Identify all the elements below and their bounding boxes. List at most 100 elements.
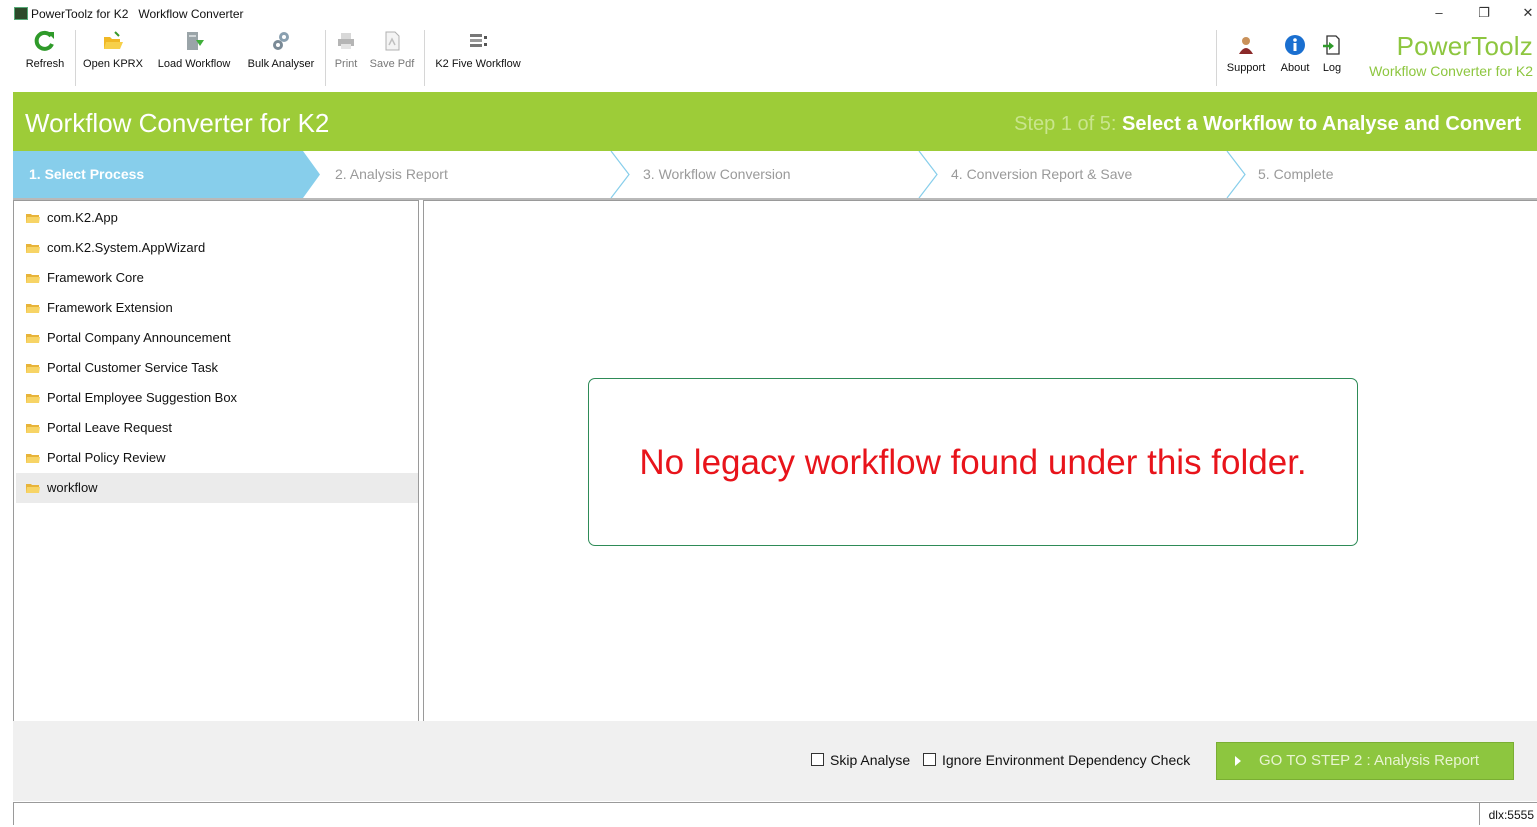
ignore-env-label: Ignore Environment Dependency Check bbox=[942, 752, 1191, 768]
skip-analyse-label: Skip Analyse bbox=[830, 752, 911, 768]
tree-item-label: com.K2.App bbox=[47, 210, 118, 225]
ignore-env-checkbox[interactable]: Ignore Environment Dependency Check bbox=[923, 752, 1190, 768]
tree-item[interactable]: Framework Extension bbox=[16, 293, 418, 323]
refresh-icon bbox=[34, 30, 54, 51]
load-workflow-button[interactable]: Load Workflow bbox=[152, 30, 236, 74]
checkbox-box[interactable] bbox=[811, 753, 824, 766]
about-button[interactable]: About bbox=[1275, 34, 1315, 78]
folder-icon bbox=[26, 304, 40, 313]
go-button-label: GO TO STEP 2 : Analysis Report bbox=[1259, 752, 1480, 769]
tree-item-selected[interactable]: workflow bbox=[16, 473, 418, 503]
action-bar: Skip Analyse Ignore Environment Dependen… bbox=[13, 721, 1537, 801]
print-label: Print bbox=[334, 58, 358, 70]
toolbar-separator bbox=[75, 30, 76, 86]
workflow-grid-icon bbox=[470, 34, 487, 47]
refresh-label: Refresh bbox=[25, 58, 65, 70]
support-button[interactable]: Support bbox=[1222, 34, 1270, 78]
info-icon bbox=[1285, 35, 1305, 55]
database-load-icon bbox=[187, 32, 204, 50]
step-divider bbox=[918, 151, 938, 198]
wizard-steps: 1. Select Process 2. Analysis Report 3. … bbox=[13, 151, 1537, 200]
folder-open-icon bbox=[104, 31, 123, 49]
step-1-select-process[interactable]: 1. Select Process bbox=[29, 151, 144, 198]
app-icon bbox=[14, 7, 28, 20]
page-header: Workflow Converter for K2 Step 1 of 5: S… bbox=[13, 92, 1537, 151]
folder-icon bbox=[26, 334, 40, 343]
empty-state-message: No legacy workflow found under this fold… bbox=[639, 443, 1307, 482]
main-panel: No legacy workflow found under this fold… bbox=[423, 200, 1537, 722]
folder-icon bbox=[26, 214, 40, 223]
tree-item-label: com.K2.System.AppWizard bbox=[47, 240, 206, 255]
toolbar-separator bbox=[424, 30, 425, 86]
tree-item[interactable]: Portal Leave Request bbox=[16, 413, 418, 443]
tree-item[interactable]: Framework Core bbox=[16, 263, 418, 293]
log-button[interactable]: Log bbox=[1318, 34, 1346, 78]
step-3-workflow-conversion[interactable]: 3. Workflow Conversion bbox=[643, 151, 791, 198]
tree-item-label: Portal Policy Review bbox=[47, 450, 166, 465]
step-divider bbox=[1226, 151, 1246, 198]
tree-item-label: Portal Customer Service Task bbox=[47, 360, 218, 375]
folder-icon bbox=[26, 244, 40, 253]
folder-icon bbox=[26, 394, 40, 403]
step-prefix: Step 1 of 5: bbox=[1014, 113, 1123, 135]
print-button[interactable]: Print bbox=[330, 30, 362, 74]
empty-state-box: No legacy workflow found under this fold… bbox=[588, 378, 1358, 546]
open-kprx-button[interactable]: Open KPRX bbox=[80, 30, 146, 74]
brand-subtitle: Workflow Converter for K2 bbox=[1369, 63, 1533, 79]
window-title: PowerToolz for K2 Workflow Converter bbox=[31, 7, 244, 21]
status-bar: dlx:5555 bbox=[13, 802, 1537, 825]
toolbar-separator bbox=[325, 30, 326, 86]
support-person-icon bbox=[1239, 37, 1253, 54]
step-divider bbox=[610, 151, 630, 198]
bulk-analyser-label: Bulk Analyser bbox=[247, 58, 315, 70]
folder-icon bbox=[26, 424, 40, 433]
play-arrow-icon bbox=[1235, 756, 1241, 766]
folder-icon bbox=[26, 364, 40, 373]
folder-icon bbox=[26, 454, 40, 463]
restore-button[interactable]: ❐ bbox=[1474, 4, 1494, 22]
pdf-icon bbox=[385, 31, 400, 51]
bulk-analyser-button[interactable]: Bulk Analyser bbox=[243, 30, 319, 74]
step-2-analysis-report[interactable]: 2. Analysis Report bbox=[335, 151, 448, 198]
log-label: Log bbox=[1322, 62, 1342, 74]
k2-five-workflow-label: K2 Five Workflow bbox=[435, 58, 521, 70]
support-label: Support bbox=[1226, 62, 1266, 74]
tree-item-label: Framework Core bbox=[47, 270, 144, 285]
tree-item-label: Portal Company Announcement bbox=[47, 330, 231, 345]
brand-logo: PowerToolz Workflow Converter for K2 bbox=[1369, 30, 1533, 80]
checkbox-box[interactable] bbox=[923, 753, 936, 766]
tree-item[interactable]: Portal Policy Review bbox=[16, 443, 418, 473]
process-tree[interactable]: com.K2.App com.K2.System.AppWizard Frame… bbox=[13, 200, 419, 722]
step-title: Select a Workflow to Analyse and Convert bbox=[1122, 113, 1521, 135]
load-workflow-label: Load Workflow bbox=[157, 58, 231, 70]
folder-icon bbox=[26, 274, 40, 283]
title-bar: PowerToolz for K2 Workflow Converter – ❐… bbox=[0, 0, 1537, 26]
printer-icon bbox=[338, 33, 354, 49]
tree-item-label: Framework Extension bbox=[47, 300, 173, 315]
server-status: dlx:5555 bbox=[1478, 803, 1537, 825]
go-to-step-2-button[interactable]: GO TO STEP 2 : Analysis Report bbox=[1216, 742, 1514, 780]
toolbar-separator bbox=[1216, 30, 1217, 86]
step-5-complete[interactable]: 5. Complete bbox=[1258, 151, 1333, 198]
tree-item[interactable]: Portal Employee Suggestion Box bbox=[16, 383, 418, 413]
step-4-conversion-report[interactable]: 4. Conversion Report & Save bbox=[951, 151, 1132, 198]
tree-item-label: Portal Employee Suggestion Box bbox=[47, 390, 238, 405]
tree-item-label: workflow bbox=[47, 480, 98, 495]
tree-item[interactable]: Portal Company Announcement bbox=[16, 323, 418, 353]
page-title: Workflow Converter for K2 bbox=[25, 108, 330, 138]
skip-analyse-checkbox[interactable]: Skip Analyse bbox=[811, 752, 910, 768]
about-label: About bbox=[1280, 62, 1310, 74]
tree-item[interactable]: com.K2.App bbox=[16, 203, 418, 233]
tree-item[interactable]: com.K2.System.AppWizard bbox=[16, 233, 418, 263]
tree-item-label: Portal Leave Request bbox=[47, 420, 173, 435]
toolbar: Refresh Open KPRX Load Workflow Bulk Ana… bbox=[0, 26, 1537, 92]
gears-icon bbox=[273, 32, 289, 50]
refresh-button[interactable]: Refresh bbox=[21, 30, 69, 74]
log-file-icon bbox=[1323, 35, 1340, 55]
close-button[interactable]: ✕ bbox=[1518, 4, 1537, 22]
k2-five-workflow-button[interactable]: K2 Five Workflow bbox=[430, 30, 526, 74]
tree-item[interactable]: Portal Customer Service Task bbox=[16, 353, 418, 383]
save-pdf-label: Save Pdf bbox=[369, 58, 415, 70]
minimize-button[interactable]: – bbox=[1429, 4, 1449, 22]
save-pdf-button[interactable]: Save Pdf bbox=[367, 30, 417, 74]
